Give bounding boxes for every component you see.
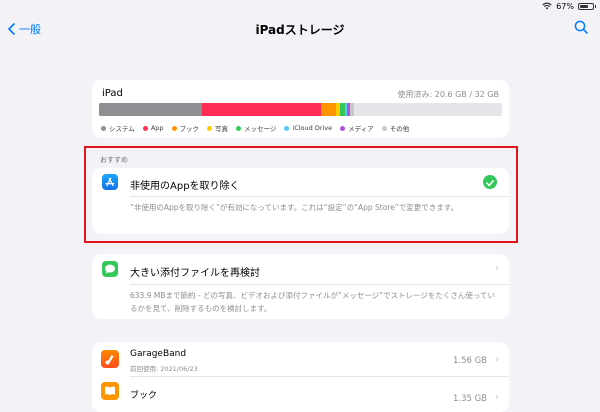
chevron-right-icon: › — [495, 263, 499, 274]
status-bar: 67% — [542, 0, 596, 12]
chevron-right-icon: › — [495, 392, 499, 403]
offload-apps-description: “非使用のAppを取り除く”が有効になっています。これは“設定”の“App St… — [130, 203, 458, 212]
legend-dot — [171, 125, 177, 131]
wifi-icon — [542, 2, 552, 10]
device-name: iPad — [102, 88, 123, 99]
legend-label: メディア — [348, 125, 374, 133]
storage-usage-bar — [99, 103, 502, 116]
legend-dot — [236, 125, 242, 131]
legend-label: システム — [109, 125, 135, 133]
navigation-bar: 一般 iPadストレージ — [0, 14, 600, 44]
app-size: 1.35 GB — [452, 394, 487, 404]
app-store-icon — [102, 174, 118, 190]
storage-segment — [321, 103, 336, 116]
garageband-icon — [101, 350, 119, 368]
row-separator — [130, 284, 509, 285]
legend-dot — [340, 125, 346, 131]
legend-label: ブック — [179, 125, 200, 133]
legend-dot — [381, 125, 387, 131]
chevron-right-icon: › — [495, 354, 499, 365]
app-name: ブック — [130, 391, 158, 401]
legend-item: iCloud Drive — [284, 123, 332, 133]
storage-segment — [350, 103, 355, 116]
legend-label: iCloud Drive — [292, 124, 333, 132]
storage-segment — [99, 103, 203, 116]
legend-dot — [101, 125, 106, 131]
battery-percent: 67% — [556, 1, 574, 11]
review-attachments-title: 大きい添付ファイルを再検討 — [130, 268, 260, 279]
storage-segment — [202, 103, 322, 116]
page-title: iPadストレージ — [255, 23, 345, 37]
app-last-used: 前回使用: 2021/06/23 — [130, 365, 198, 373]
legend-label: メッセージ — [244, 125, 277, 133]
legend-item: メッセージ — [236, 123, 276, 133]
app-name: GarageBand — [130, 349, 187, 359]
legend-dot — [284, 125, 290, 131]
app-size: 1.56 GB — [452, 356, 487, 366]
row-separator — [130, 376, 509, 377]
books-icon — [101, 382, 119, 400]
search-icon[interactable] — [574, 20, 588, 34]
storage-used-text: 使用済み: 20.6 GB / 32 GB — [397, 90, 499, 99]
offload-apps-card[interactable]: 非使用のAppを取り除く “非使用のAppを取り除く”が有効になっています。これ… — [92, 168, 509, 234]
storage-legend: システム App ブック 写真 メッセージ iCloud Drive メディア その他 — [101, 123, 409, 133]
apps-list: GarageBand 前回使用: 2021/06/23 1.56 GB › ブッ… — [92, 342, 509, 412]
row-separator — [130, 196, 509, 197]
legend-dot — [142, 125, 148, 131]
legend-item: 写真 — [207, 123, 228, 133]
battery-icon — [578, 2, 596, 10]
legend-label: 写真 — [215, 125, 229, 133]
legend-item: システム — [101, 123, 135, 133]
legend-item: ブック — [171, 123, 200, 133]
checkmark-icon — [483, 175, 497, 189]
messages-icon — [102, 261, 118, 277]
legend-label: App — [150, 124, 164, 132]
review-attachments-card[interactable]: 大きい添付ファイルを再検討 › 633.9 MBまで節約 - どの写真、ビデオお… — [92, 254, 509, 319]
recommendations-header: おすすめ — [100, 156, 128, 164]
legend-item: メディア — [340, 123, 374, 133]
legend-item: その他 — [381, 123, 410, 133]
legend-label: その他 — [389, 125, 410, 133]
review-attachments-description: 633.9 MBまで節約 - どの写真、ビデオおよび添付ファイルが“メッセージ”… — [130, 291, 496, 313]
legend-dot — [207, 125, 213, 131]
legend-item: App — [142, 123, 164, 133]
offload-apps-title: 非使用のAppを取り除く — [130, 181, 240, 192]
storage-summary-card: iPad 使用済み: 20.6 GB / 32 GB システム App ブック 写真 メ… — [92, 80, 509, 138]
